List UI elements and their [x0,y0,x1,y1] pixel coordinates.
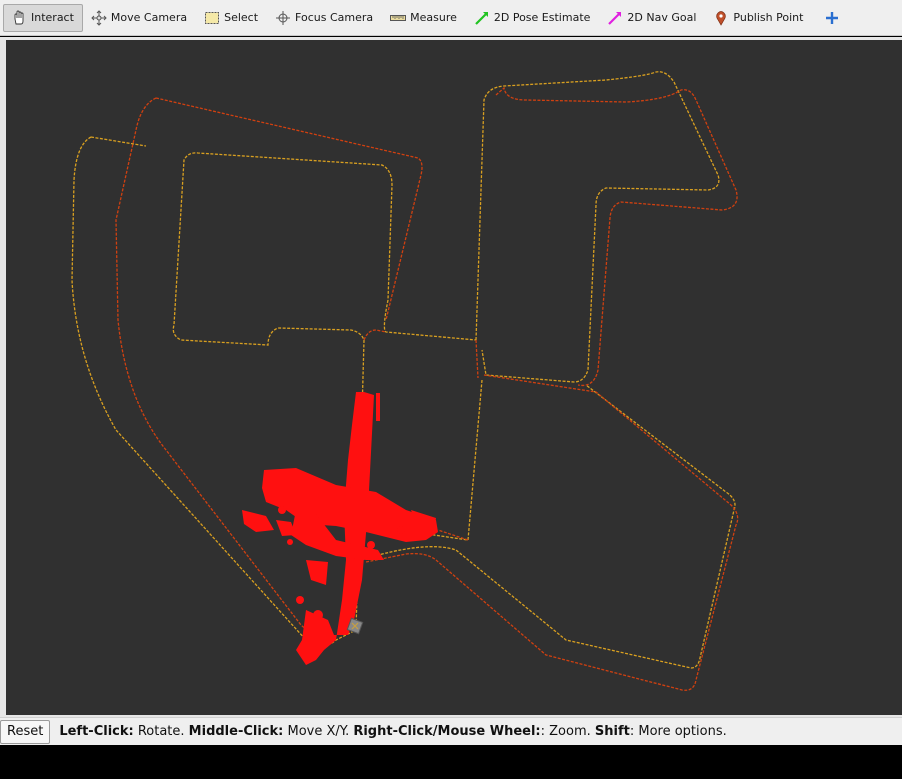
tool-measure[interactable]: Measure [382,4,466,32]
map-pin-icon [712,9,730,27]
hint-text: : Zoom. [540,724,595,739]
trajectory-path [71,136,477,647]
move-arrows-icon [90,9,108,27]
tool-label: 2D Pose Estimate [493,11,591,24]
tool-select[interactable]: Select [196,4,267,32]
tool-label: Select [224,11,259,24]
hint-text: : More options. [629,724,727,739]
tool-label: Measure [410,11,457,24]
point-cloud [242,392,438,665]
tool-focus-camera[interactable]: Focus Camera [267,4,382,32]
hint-text: Rotate. [133,724,189,739]
render-panel-frame [0,37,902,717]
tool-2d-pose-estimate[interactable]: 2D Pose Estimate [466,4,600,32]
hint-key: Right-Click/Mouse Wheel: [353,724,541,739]
hint-key: Middle-Click: [188,724,284,739]
reset-button[interactable]: Reset [0,719,51,744]
green-arrow-icon [473,9,491,27]
rviz-window: Interact Move Camera Select Focus Camera… [0,0,902,779]
trajectory-path [475,71,720,383]
trajectory-path [495,86,738,387]
plus-icon [823,9,841,27]
tool-label: Focus Camera [295,11,374,24]
tools-toolbar: Interact Move Camera Select Focus Camera… [0,0,902,36]
status-bar: Reset Left-Click: Rotate. Middle-Click: … [0,717,902,745]
tool-label: Interact [31,11,74,24]
tool-publish-point[interactable]: Publish Point [705,4,812,32]
ruler-icon [389,9,407,27]
tool-2d-nav-goal[interactable]: 2D Nav Goal [599,4,705,32]
hint-text: Move X/Y. [283,724,354,739]
tool-move-camera[interactable]: Move Camera [83,4,196,32]
trajectory-path [363,329,387,341]
trajectory-path [90,136,147,147]
trajectory-path [437,529,469,541]
tool-interact[interactable]: Interact [3,3,83,32]
hint-key: Shift [594,724,630,739]
select-box-icon [203,9,221,27]
magenta-arrow-icon [606,9,624,27]
map-render [71,71,739,691]
hint-key: Left-Click: [59,724,134,739]
focus-target-icon [274,9,292,27]
hand-pointer-icon [10,9,28,27]
mouse-hint: Left-Click: Rotate. Middle-Click: Move X… [59,724,726,739]
trajectory-path [155,97,423,321]
window-bottom [0,745,902,779]
tool-label: Move Camera [110,11,188,24]
add-tool-button[interactable] [812,4,853,32]
tool-label: 2D Nav Goal [627,11,697,24]
tool-label: Publish Point [733,11,804,24]
trajectory-path [115,97,327,631]
trajectory-path [475,339,479,379]
3d-viewport[interactable] [6,40,902,715]
